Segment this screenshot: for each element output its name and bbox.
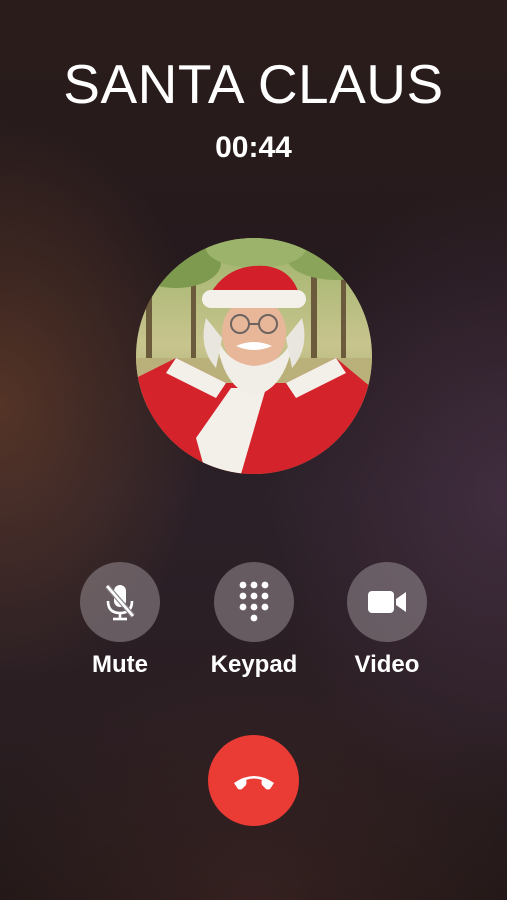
caller-avatar [136, 238, 372, 474]
mute-button[interactable] [80, 562, 160, 642]
keypad-label: Keypad [210, 651, 298, 678]
end-call-button[interactable] [208, 735, 299, 826]
mute-control[interactable]: Mute [60, 562, 180, 679]
phone-hangup-icon [233, 775, 274, 789]
santa-photo [136, 238, 372, 474]
video-control[interactable]: Video [327, 562, 447, 679]
call-timer: 00:44 [215, 131, 292, 164]
mute-label: Mute [92, 651, 148, 678]
keypad-icon [239, 581, 269, 622]
video-camera-icon [368, 591, 406, 613]
keypad-control[interactable]: Keypad [194, 562, 314, 679]
mic-off-icon [105, 584, 135, 621]
video-label: Video [354, 651, 420, 678]
keypad-button[interactable] [214, 562, 294, 642]
video-button[interactable] [347, 562, 427, 642]
caller-name: SANTA CLAUS [63, 53, 444, 115]
